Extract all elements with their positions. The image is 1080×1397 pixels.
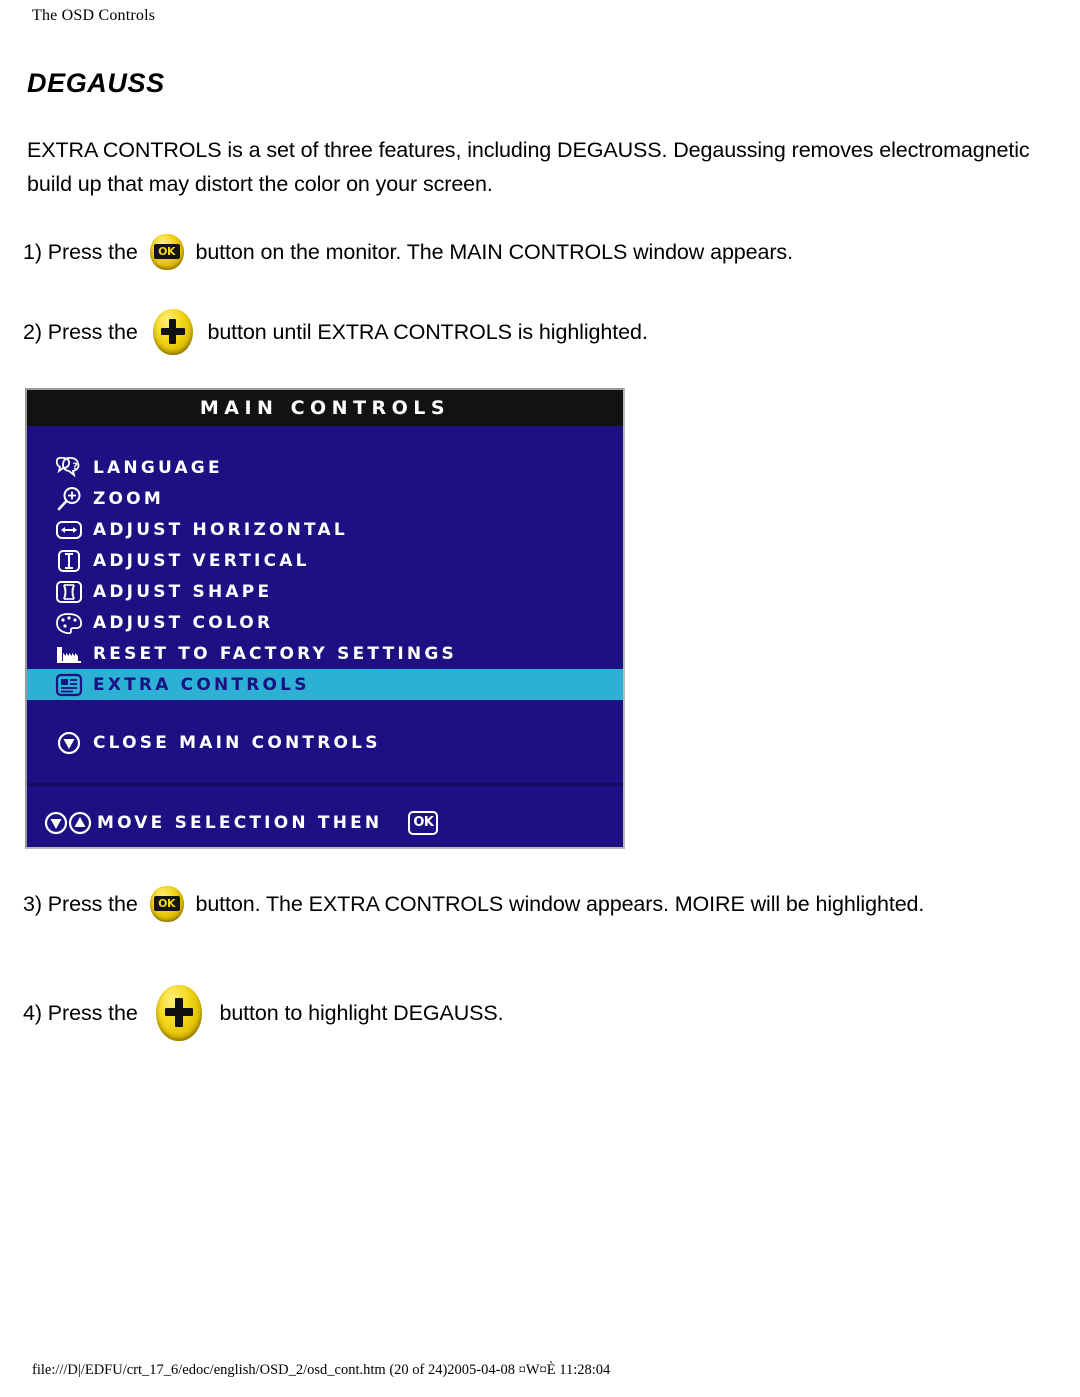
plus-button-icon[interactable] <box>152 983 206 1043</box>
osd-item-label: LANGUAGE <box>93 457 223 478</box>
step-1-text-before: 1) Press the <box>23 240 138 264</box>
vertical-arrows-icon <box>45 549 93 573</box>
step-2-text-after: button until EXTRA CONTROLS is highlight… <box>207 320 648 344</box>
plus-button-icon[interactable] <box>150 308 196 356</box>
step-3-text-before: 3) Press the <box>23 892 138 916</box>
osd-item-zoom[interactable]: ZOOM <box>27 483 623 514</box>
down-arrow-circle-icon <box>45 730 93 756</box>
osd-item-adjust-shape[interactable]: ADJUST SHAPE <box>27 576 623 607</box>
step-3-text-after: button. The EXTRA CONTROLS window appear… <box>195 892 925 916</box>
step-1: 1) Press the OK button on the monitor. T… <box>23 233 793 271</box>
ok-button-icon[interactable]: OK <box>148 233 186 271</box>
plus-button-cross-vertical <box>169 319 177 344</box>
running-header: The OSD Controls <box>32 7 156 24</box>
horizontal-arrows-icon <box>45 519 93 541</box>
ok-button-label: OK <box>153 896 180 911</box>
step-3: 3) Press the OK button. The EXTRA CONTRO… <box>23 885 924 923</box>
ok-button-icon[interactable]: OK <box>148 885 186 923</box>
osd-item-label: ADJUST SHAPE <box>93 581 273 602</box>
osd-item-adjust-horizontal[interactable]: ADJUST HORIZONTAL <box>27 514 623 545</box>
osd-footer-label: MOVE SELECTION THEN <box>97 813 383 833</box>
page-footer-path: file:///D|/EDFU/crt_17_6/edoc/english/OS… <box>32 1362 611 1378</box>
osd-title: MAIN CONTROLS <box>27 390 623 426</box>
step-4-text-before: 4) Press the <box>23 1001 138 1025</box>
up-down-arrow-circles-icon <box>41 810 97 836</box>
osd-item-adjust-color[interactable]: ADJUST COLOR <box>27 607 623 638</box>
magnifier-plus-icon <box>45 486 93 512</box>
osd-item-adjust-vertical[interactable]: ADJUST VERTICAL <box>27 545 623 576</box>
osd-item-extra-controls[interactable]: EXTRA CONTROLS <box>27 669 623 700</box>
osd-divider <box>27 783 623 786</box>
osd-item-label: ADJUST HORIZONTAL <box>93 519 348 540</box>
page-title: DEGAUSS <box>27 68 165 98</box>
osd-item-label: ADJUST COLOR <box>93 612 274 633</box>
osd-item-language[interactable]: ? LANGUAGE <box>27 452 623 483</box>
osd-item-label: ADJUST VERTICAL <box>93 550 310 571</box>
step-4-text-after: button to highlight DEGAUSS. <box>219 1001 504 1025</box>
svg-text:?: ? <box>73 462 78 472</box>
osd-item-label: EXTRA CONTROLS <box>93 674 310 695</box>
osd-top-spacer <box>27 426 623 452</box>
factory-reset-icon <box>45 643 93 665</box>
speech-bubbles-icon: ? <box>45 456 93 480</box>
color-palette-icon <box>45 612 93 634</box>
step-1-text-after: button on the monitor. The MAIN CONTROLS… <box>195 240 793 264</box>
step-2-text-before: 2) Press the <box>23 320 138 344</box>
step-2: 2) Press the button until EXTRA CONTROLS… <box>23 308 648 356</box>
osd-item-label: CLOSE MAIN CONTROLS <box>93 733 381 753</box>
osd-menu-list: ? LANGUAGE ZOOM ADJUST HORIZONTAL ADJUST… <box>27 426 623 847</box>
osd-item-label: RESET TO FACTORY SETTINGS <box>93 643 457 664</box>
document-list-icon <box>45 673 93 697</box>
ok-button-label: OK <box>153 244 180 259</box>
osd-ok-glyph: OK <box>408 811 439 835</box>
pincushion-shape-icon <box>45 580 93 604</box>
osd-item-reset-to-factory-settings[interactable]: RESET TO FACTORY SETTINGS <box>27 638 623 669</box>
plus-button-cross-vertical <box>174 998 183 1027</box>
osd-main-controls-panel: MAIN CONTROLS ? LANGUAGE ZOOM ADJUST HOR… <box>25 388 625 849</box>
osd-item-label: ZOOM <box>93 488 164 509</box>
intro-paragraph: EXTRA CONTROLS is a set of three feature… <box>27 138 1030 196</box>
osd-item-close-main-controls[interactable]: CLOSE MAIN CONTROLS <box>27 723 623 763</box>
osd-footer-hint: MOVE SELECTION THEN OK <box>27 803 623 843</box>
step-4: 4) Press the button to highlight DEGAUSS… <box>23 983 504 1043</box>
